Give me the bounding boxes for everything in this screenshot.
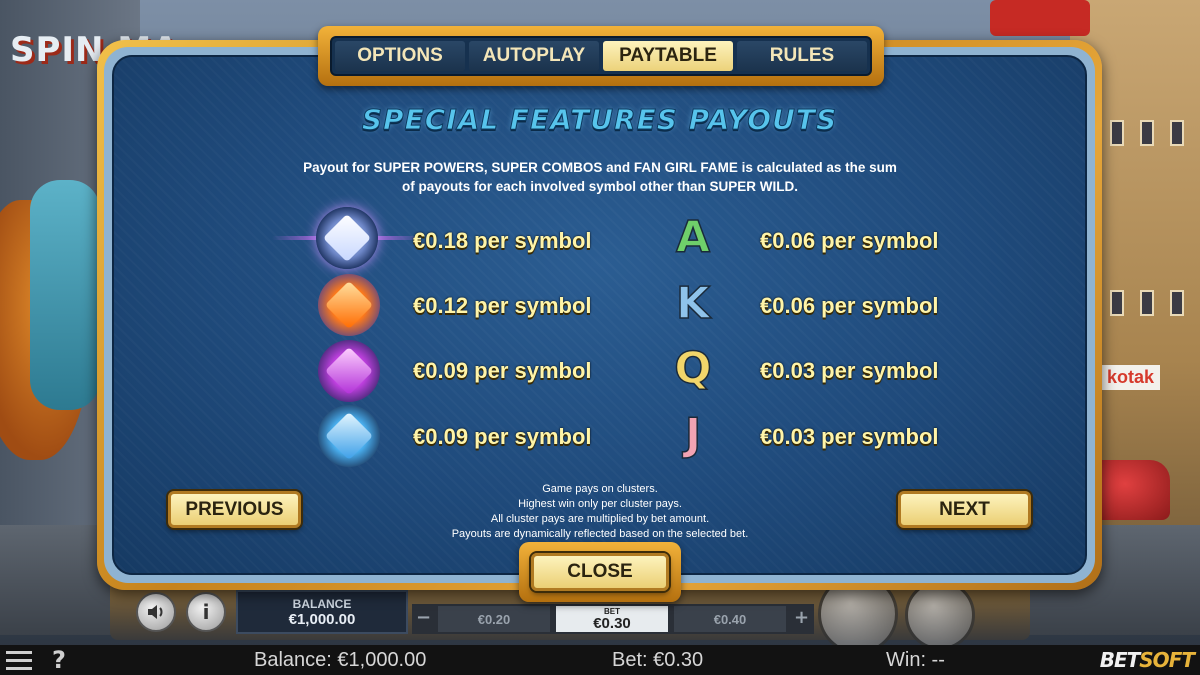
brand-logo-part2: SOFT <box>1139 648 1195 672</box>
info-button[interactable]: i <box>186 592 226 632</box>
sound-button[interactable] <box>136 592 176 632</box>
payout-letter-k: €0.06 per symbol <box>760 293 939 318</box>
help-icon[interactable]: ? <box>52 646 66 674</box>
menu-icon[interactable] <box>6 651 32 671</box>
billboard-sign <box>990 0 1090 36</box>
note-line: Payouts are dynamically reflected based … <box>451 528 749 540</box>
bet-option-next[interactable]: €0.40 <box>674 606 786 632</box>
payout-letter-q: €0.03 per symbol <box>760 358 939 383</box>
tab-autoplay[interactable]: AUTOPLAY <box>469 41 599 71</box>
info-icon: i <box>202 600 210 624</box>
balance-display: BALANCE €1,000.00 <box>236 590 408 634</box>
bet-current: BET €0.30 <box>556 606 668 632</box>
status-balance: Balance: €1,000.00 <box>254 649 427 671</box>
bet-increase-button[interactable]: + <box>794 607 809 628</box>
brand-logo-part1: BET <box>1099 648 1141 672</box>
status-bar: ? Balance: €1,000.00 Bet: €0.30 Win: -- … <box>0 645 1200 675</box>
description-line-2: of payouts for each involved symbol othe… <box>401 179 799 194</box>
balance-label: BALANCE <box>292 597 352 611</box>
bet-option-prev[interactable]: €0.20 <box>438 606 550 632</box>
tab-options[interactable]: OPTIONS <box>335 41 465 71</box>
close-button[interactable]: CLOSE <box>531 553 669 591</box>
payout-description: Payout for SUPER POWERS, SUPER COMBOS an… <box>230 158 970 196</box>
payout-letter-a: €0.06 per symbol <box>760 228 939 253</box>
paytable-notes: Game pays on clusters. Highest win only … <box>380 482 820 542</box>
note-line: All cluster pays are multiplied by bet a… <box>490 513 710 525</box>
letter-q-icon: Q <box>674 342 713 395</box>
street-sign: kotak <box>1100 365 1160 390</box>
payout-letter-j: €0.03 per symbol <box>760 424 939 449</box>
status-bet: Bet: €0.30 <box>612 649 704 671</box>
hero-figure <box>30 180 100 410</box>
status-win: Win: -- <box>886 649 945 671</box>
note-line: Game pays on clusters. <box>542 483 658 495</box>
orange-crystal-icon <box>318 274 380 336</box>
payout-blue-crystal: €0.09 per symbol <box>413 424 592 449</box>
speaker-icon <box>148 605 163 619</box>
bet-decrease-button[interactable]: − <box>416 607 431 628</box>
letter-k-icon: K <box>675 277 711 330</box>
payout-white-crystal: €0.18 per symbol <box>413 228 592 253</box>
letter-a-icon: A <box>675 211 711 264</box>
previous-button[interactable]: PREVIOUS <box>168 491 301 528</box>
brand-logo: BETSOFT <box>1099 648 1195 672</box>
purple-crystal-icon <box>318 340 380 402</box>
balance-value: €1,000.00 <box>288 611 356 628</box>
page-title: SPECIAL FEATURES PAYOUTS <box>361 103 838 137</box>
letter-j-icon: J <box>684 408 702 461</box>
autoplay-button[interactable] <box>905 580 975 650</box>
white-crystal-icon <box>316 207 378 269</box>
payout-purple-crystal: €0.09 per symbol <box>413 358 592 383</box>
payout-orange-crystal: €0.12 per symbol <box>413 293 592 318</box>
bet-value: €0.30 <box>593 614 631 632</box>
note-line: Highest win only per cluster pays. <box>518 498 682 510</box>
tab-rules[interactable]: RULES <box>737 41 867 71</box>
settings-tabs: OPTIONS AUTOPLAY PAYTABLE RULES <box>330 36 872 76</box>
description-line-1: Payout for SUPER POWERS, SUPER COMBOS an… <box>303 160 897 175</box>
tab-paytable[interactable]: PAYTABLE <box>603 41 733 71</box>
blue-crystal-icon <box>318 405 380 467</box>
next-button[interactable]: NEXT <box>898 491 1031 528</box>
